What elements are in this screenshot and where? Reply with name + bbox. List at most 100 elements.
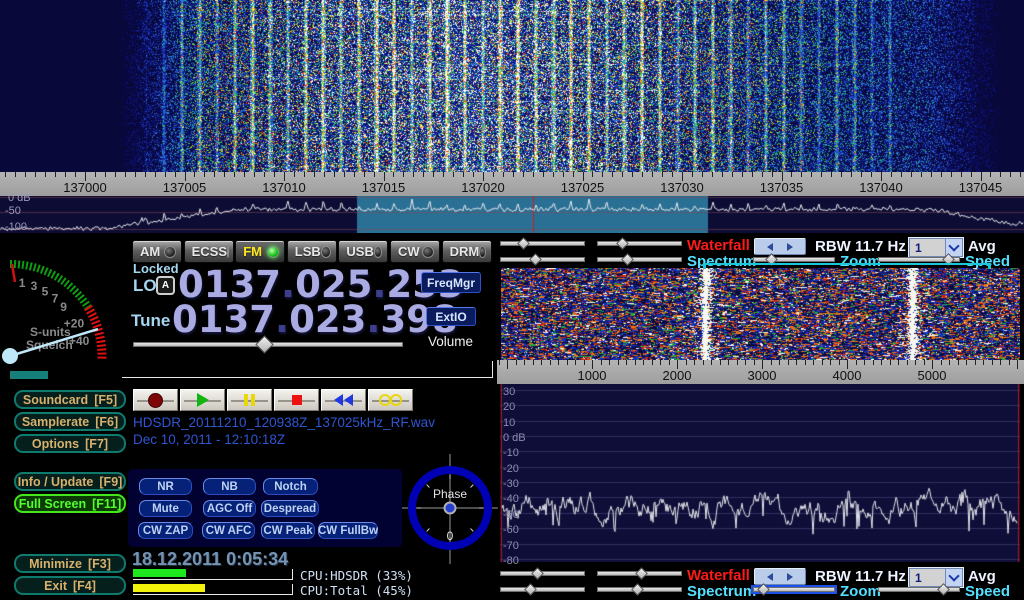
dsp-button-cw-zap[interactable]: CW ZAP xyxy=(138,522,193,539)
scale-tick xyxy=(720,360,721,365)
dropdown-arrow-icon[interactable] xyxy=(945,569,962,586)
mode-button-drm[interactable]: DRM xyxy=(442,240,492,263)
dsp-button-cw-afc[interactable]: CW AFC xyxy=(202,522,255,539)
spectrum-brightness-slider-thumb[interactable] xyxy=(621,253,634,266)
lcd-digit[interactable]: 7 xyxy=(249,298,275,341)
waterfall-contrast-slider-track[interactable] xyxy=(500,241,585,246)
spectrum-contrast-slider-thumb[interactable] xyxy=(525,583,538,596)
left-button-soundcard[interactable]: Soundcard[F5] xyxy=(14,390,126,409)
rbw-arrows-button[interactable] xyxy=(754,568,806,585)
audio-spectrum-display[interactable] xyxy=(500,384,1020,562)
stop-button[interactable] xyxy=(274,389,319,411)
lcd-digit[interactable]: 3 xyxy=(224,298,250,341)
scale-label: 137005 xyxy=(163,180,206,195)
button-key: [F7] xyxy=(85,437,108,451)
lcd-digit[interactable]: . xyxy=(275,298,289,341)
freqmgr-button[interactable]: FreqMgr xyxy=(421,272,481,293)
audio-waterfall-display[interactable] xyxy=(501,268,1020,360)
passband-high-tick[interactable] xyxy=(988,263,991,269)
scale-tick xyxy=(254,172,255,177)
waterfall-brightness-slider-track[interactable] xyxy=(597,241,682,246)
spectrum-brightness-slider-thumb[interactable] xyxy=(631,583,644,596)
rewind-icon xyxy=(334,394,353,406)
rbw-arrows-button[interactable] xyxy=(754,238,806,255)
scale-tick xyxy=(871,172,872,177)
svg-text:3: 3 xyxy=(31,279,38,293)
lcd-digit[interactable]: 0 xyxy=(172,298,198,341)
mode-button-usb[interactable]: USB xyxy=(338,240,388,263)
cpu-bar-fill xyxy=(133,569,186,577)
main-frequency-scale[interactable]: 1370001370051370101370151370201370251370… xyxy=(0,172,1024,196)
scale-tick xyxy=(762,172,763,177)
lcd-digit[interactable]: 3 xyxy=(341,298,367,341)
lcd-digit[interactable]: 3 xyxy=(380,298,406,341)
left-button-samplerate[interactable]: Samplerate[F6] xyxy=(14,412,126,431)
db-label: -50 xyxy=(503,509,519,521)
left-button-info-update[interactable]: Info / Update[F9] xyxy=(14,472,126,491)
scale-tick xyxy=(1000,172,1001,177)
mode-button-fm[interactable]: FM xyxy=(235,240,285,263)
record-button[interactable] xyxy=(133,389,178,411)
dsp-button-mute[interactable]: Mute xyxy=(139,500,192,517)
arrow-right-icon[interactable] xyxy=(787,573,793,581)
passband-indicator[interactable] xyxy=(703,263,991,265)
extio-button[interactable]: ExtIO xyxy=(426,307,476,326)
lcd-digit[interactable]: . xyxy=(366,298,380,341)
dsp-button-nb[interactable]: NB xyxy=(203,478,256,495)
lo-auto-badge[interactable]: A xyxy=(156,276,175,295)
dsp-button-cw-peak[interactable]: CW Peak xyxy=(261,522,315,539)
waterfall-brightness-slider-thumb[interactable] xyxy=(616,237,629,250)
spectrum-brightness-slider-track[interactable] xyxy=(597,257,682,262)
waterfall-brightness-slider-thumb[interactable] xyxy=(635,567,648,580)
main-waterfall-display[interactable] xyxy=(0,0,1024,172)
scale-tick xyxy=(966,360,967,365)
audio-frequency-scale[interactable]: 10002000300040005000 xyxy=(497,360,1024,384)
waterfall-contrast-slider-thumb[interactable] xyxy=(531,567,544,580)
dsp-button-agc-off[interactable]: AGC Off xyxy=(203,500,256,517)
mode-button-ecss[interactable]: ECSS xyxy=(184,240,234,263)
loop-button[interactable] xyxy=(368,389,413,411)
scale-tick xyxy=(563,172,564,177)
scale-tick xyxy=(403,172,404,177)
arrow-left-icon[interactable] xyxy=(767,573,773,581)
spectrum-contrast-slider-thumb[interactable] xyxy=(530,253,543,266)
zoom-slider-thumb[interactable] xyxy=(758,583,771,596)
dsp-button-cw-fullbw[interactable]: CW FullBw xyxy=(318,522,378,539)
main-spectrum-display[interactable] xyxy=(0,196,1024,233)
left-button-options[interactable]: Options[F7] xyxy=(14,434,126,453)
scale-tick xyxy=(742,172,743,177)
lcd-digit[interactable]: 0 xyxy=(289,298,315,341)
mode-button-am[interactable]: AM xyxy=(132,240,182,263)
spectrum-contrast-slider-track[interactable] xyxy=(500,257,585,262)
arrow-left-icon[interactable] xyxy=(767,243,773,251)
passband-low-tick[interactable] xyxy=(703,263,706,269)
display-controls-bottom: WaterfallSpectrumRBW 11.7 Hz1AvgZoomSpee… xyxy=(497,568,1024,598)
left-button-full-screen[interactable]: Full Screen[F11] xyxy=(14,494,126,513)
avg-dropdown[interactable]: 1 xyxy=(909,238,963,257)
scale-tick xyxy=(754,360,755,365)
waterfall-contrast-slider-thumb[interactable] xyxy=(517,237,530,250)
dsp-button-nr[interactable]: NR xyxy=(139,478,192,495)
tune-frequency-value[interactable]: 0137.023.398 xyxy=(172,301,458,338)
dsp-button-despread[interactable]: Despread xyxy=(261,500,319,517)
spectrum-contrast-slider-track[interactable] xyxy=(500,587,585,592)
mode-button-cw[interactable]: CW xyxy=(390,240,440,263)
rewind-button[interactable] xyxy=(321,389,366,411)
mode-button-lsb[interactable]: LSB xyxy=(287,240,337,263)
play-button[interactable] xyxy=(180,389,225,411)
dsp-button-notch[interactable]: Notch xyxy=(263,478,318,495)
db-label: -70 xyxy=(503,540,519,552)
scale-tick xyxy=(513,172,514,177)
arrow-right-icon[interactable] xyxy=(787,243,793,251)
lcd-digit[interactable]: 2 xyxy=(315,298,341,341)
db-label: 10 xyxy=(503,417,515,429)
pause-button[interactable] xyxy=(227,389,272,411)
scale-tick xyxy=(175,172,176,177)
left-button-minimize[interactable]: Minimize[F3] xyxy=(14,554,126,573)
avg-dropdown[interactable]: 1 xyxy=(909,568,963,587)
squelch-slider-handle[interactable] xyxy=(10,371,48,379)
scale-tick xyxy=(722,172,723,177)
left-button-exit[interactable]: Exit[F4] xyxy=(14,576,126,595)
db-label: -30 xyxy=(503,478,519,490)
lcd-digit[interactable]: 1 xyxy=(198,298,224,341)
